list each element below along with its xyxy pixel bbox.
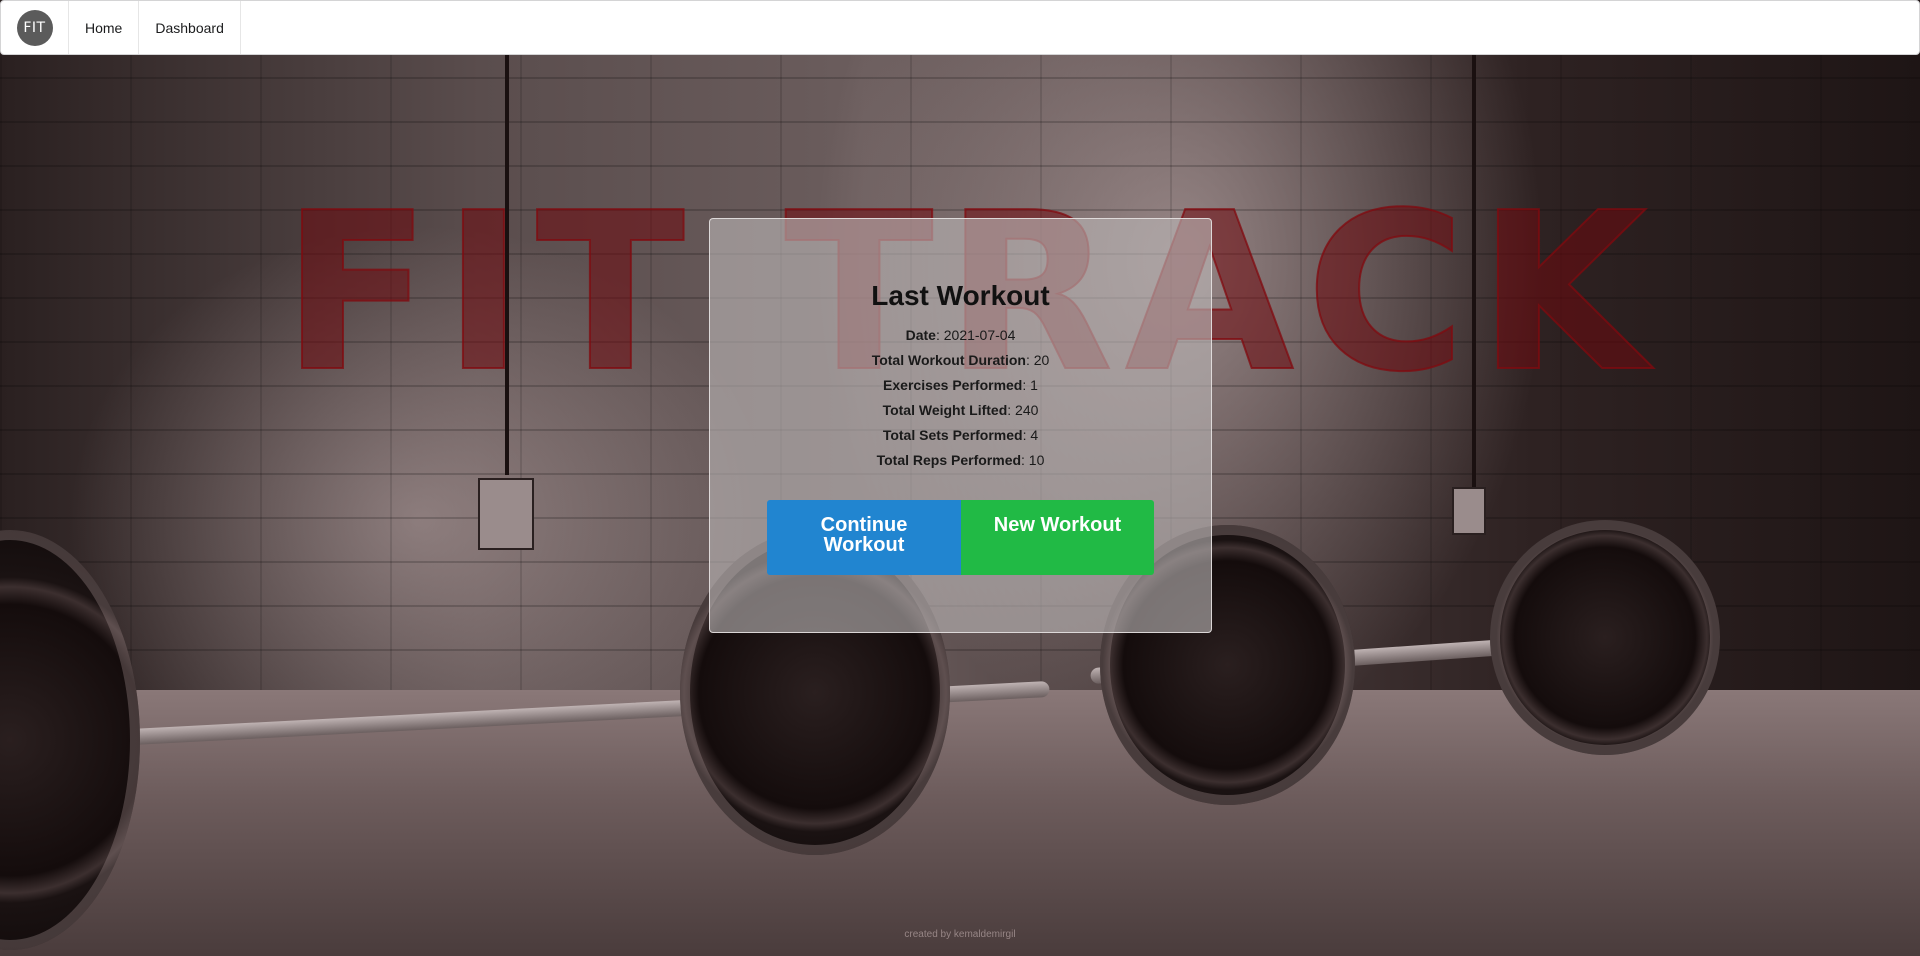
last-workout-card: Last Workout Date: 2021-07-04 Total Work… <box>709 218 1212 633</box>
stat-reps: Total Reps Performed: 10 <box>710 448 1211 473</box>
nav-item-dashboard[interactable]: Dashboard <box>139 1 241 54</box>
footer-credit: created by kemaldemirgil <box>904 929 1016 940</box>
workout-button-group: Continue Workout New Workout <box>767 500 1154 575</box>
stat-exercises: Exercises Performed: 1 <box>710 373 1211 398</box>
rope-hook <box>478 478 534 550</box>
stat-label: Exercises Performed <box>883 377 1023 393</box>
top-navbar: FIT Home Dashboard <box>0 0 1920 55</box>
card-title: Last Workout <box>871 280 1050 311</box>
stat-label: Total Weight Lifted <box>882 402 1008 418</box>
stat-label: Total Sets Performed <box>882 427 1023 443</box>
rope-hook <box>1452 487 1486 535</box>
fit-logo[interactable]: FIT <box>16 9 53 46</box>
continue-workout-button[interactable]: Continue Workout <box>767 500 961 575</box>
nav-item-home[interactable]: Home <box>69 1 140 54</box>
stat-weight: Total Weight Lifted: 240 <box>710 398 1211 423</box>
weight-plate <box>1490 520 1720 755</box>
new-workout-button[interactable]: New Workout <box>961 500 1154 575</box>
logo-item[interactable]: FIT <box>1 1 69 54</box>
stat-date: Date: 2021-07-04 <box>710 323 1211 348</box>
stat-label: Date <box>905 327 936 343</box>
stat-value: : 240 <box>1007 402 1039 418</box>
stat-sets: Total Sets Performed: 4 <box>710 423 1211 448</box>
workout-stats: Date: 2021-07-04 Total Workout Duration:… <box>710 323 1211 473</box>
continue-label-line2: Workout <box>823 534 905 556</box>
stat-label: Total Reps Performed <box>876 452 1022 468</box>
stat-value: : 10 <box>1021 452 1045 468</box>
stat-value: : 4 <box>1022 427 1039 443</box>
stat-value: : 1 <box>1022 377 1038 393</box>
continue-workout-label: Continue Workout <box>821 515 908 555</box>
stat-value: : 20 <box>1025 352 1050 368</box>
continue-label-line1: Continue <box>820 514 908 536</box>
stat-value: : 2021-07-04 <box>935 327 1016 343</box>
stat-label: Total Workout Duration <box>871 352 1026 368</box>
stat-duration: Total Workout Duration: 20 <box>710 348 1211 373</box>
